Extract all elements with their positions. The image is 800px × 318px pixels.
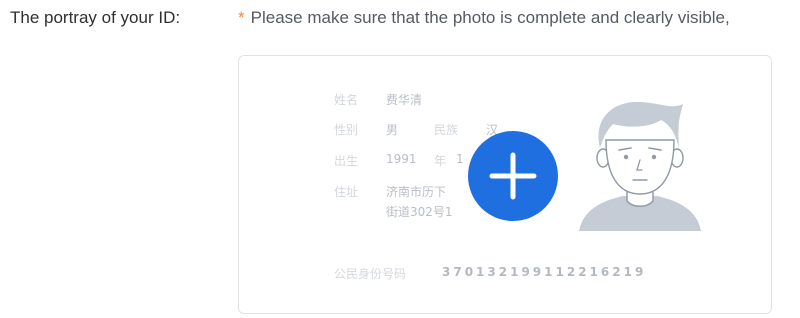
id-address-line1: 济南市历下 [386,185,447,199]
person-silhouette-icon [579,98,701,231]
id-ethnicity-label: 民族 [434,123,459,137]
plus-icon [489,152,537,200]
id-name-label: 姓名 [334,93,359,107]
required-star: * [238,8,245,27]
id-gender-label: 性别 [334,123,359,137]
upload-hint: * Please make sure that the photo is comp… [238,8,730,28]
upload-hint-text: Please make sure that the photo is compl… [250,8,730,27]
id-name-row: 姓名 费华清 [334,91,422,108]
id-number-value: 370132199112216219 [442,265,647,279]
id-birth-year-unit: 年 [434,154,447,168]
id-number-row: 公民身份号码 370132199112216219 [334,265,643,282]
id-birth-rest: 1 [456,152,464,166]
portrait-field-label: The portray of your ID: [10,8,181,27]
id-gender-row: 性别 男 民族 汉 [334,121,498,138]
id-address-label: 住址 [334,185,359,199]
id-number-label: 公民身份号码 [334,267,407,281]
id-birth-year: 1991 [386,152,417,166]
id-address-row: 住址 济南市历下 街道302号1 [334,183,453,219]
id-birth-row: 出生 1991 年 1 [334,152,464,169]
id-photo-upload-area[interactable]: 姓名 费华清 性别 男 民族 汉 出生 1991 年 1 住址 济南市历下 街道… [238,55,772,314]
id-address-line2: 街道302号1 [386,205,453,219]
id-birth-label: 出生 [334,154,359,168]
id-gender-value: 男 [386,123,399,137]
id-name-value: 费华清 [386,93,423,107]
upload-plus-button[interactable] [468,131,558,221]
